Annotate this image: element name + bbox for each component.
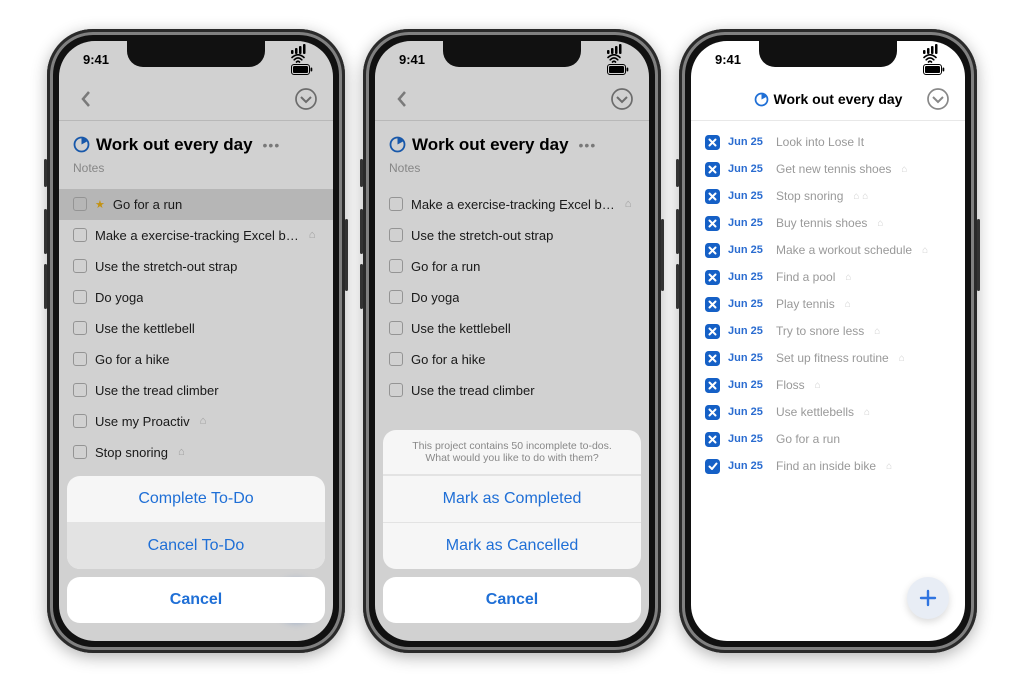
action-sheet: Complete To-Do Cancel To-Do Cancel xyxy=(67,476,325,623)
completed-item[interactable]: Jun 25 Go for a run xyxy=(691,426,965,453)
item-label: Floss xyxy=(776,378,805,392)
cancel-button[interactable]: Cancel xyxy=(383,577,641,623)
date-label: Jun 25 xyxy=(728,325,768,337)
item-label: Find an inside bike xyxy=(776,459,876,473)
checkmark-icon[interactable] xyxy=(705,459,720,474)
date-label: Jun 25 xyxy=(728,217,768,229)
completed-item[interactable]: Jun 25 Find a pool ⌂ xyxy=(691,264,965,291)
mark-cancelled-button[interactable]: Mark as Cancelled xyxy=(383,522,641,569)
notch xyxy=(443,41,581,67)
item-label: Stop snoring xyxy=(776,189,843,203)
item-label: Try to snore less xyxy=(776,324,864,338)
project-icon xyxy=(754,92,769,107)
phone-3: 9:41 Work out every day Jun 25 Look into … xyxy=(679,29,977,653)
cancel-icon[interactable] xyxy=(705,135,720,150)
tag-icon: ⌂ xyxy=(886,461,892,472)
tag-icon: ⌂ xyxy=(815,380,821,391)
item-label: Get new tennis shoes xyxy=(776,162,891,176)
completed-item[interactable]: Jun 25 Play tennis ⌂ xyxy=(691,291,965,318)
cancel-icon[interactable] xyxy=(705,324,720,339)
cancel-icon[interactable] xyxy=(705,162,720,177)
signal-icon xyxy=(923,44,938,54)
completed-item[interactable]: Jun 25 Make a workout schedule ⌂ xyxy=(691,237,965,264)
date-label: Jun 25 xyxy=(728,460,768,472)
date-label: Jun 25 xyxy=(728,379,768,391)
tag-icon: ⌂ ⌂ xyxy=(853,191,868,202)
phone-2: 9:41 xyxy=(363,29,661,653)
item-label: Buy tennis shoes xyxy=(776,216,867,230)
date-label: Jun 25 xyxy=(728,352,768,364)
tag-icon: ⌂ xyxy=(877,218,883,229)
completed-list[interactable]: Jun 25 Look into Lose It Jun 25 Get new ten… xyxy=(691,121,965,480)
notch xyxy=(127,41,265,67)
status-time: 9:41 xyxy=(715,52,741,67)
mark-completed-button[interactable]: Mark as Completed xyxy=(383,475,641,522)
completed-item[interactable]: Jun 25 Use kettlebells ⌂ xyxy=(691,399,965,426)
item-label: Use kettlebells xyxy=(776,405,854,419)
date-label: Jun 25 xyxy=(728,433,768,445)
tag-icon: ⌂ xyxy=(864,407,870,418)
date-label: Jun 25 xyxy=(728,190,768,202)
item-label: Play tennis xyxy=(776,297,835,311)
cancel-icon[interactable] xyxy=(705,297,720,312)
tag-icon: ⌂ xyxy=(845,272,851,283)
item-label: Find a pool xyxy=(776,270,835,284)
tag-icon: ⌂ xyxy=(874,326,880,337)
completed-item[interactable]: Jun 25 Look into Lose It xyxy=(691,129,965,156)
date-label: Jun 25 xyxy=(728,298,768,310)
completed-item[interactable]: Jun 25 Buy tennis shoes ⌂ xyxy=(691,210,965,237)
cancel-icon[interactable] xyxy=(705,351,720,366)
item-label: Look into Lose It xyxy=(776,135,864,149)
nav-bar: Work out every day xyxy=(691,79,965,121)
action-sheet: This project contains 50 incomplete to-d… xyxy=(383,430,641,623)
tag-icon: ⌂ xyxy=(901,164,907,175)
completed-item[interactable]: Jun 25 Floss ⌂ xyxy=(691,372,965,399)
tag-icon: ⌂ xyxy=(899,353,905,364)
cancel-button[interactable]: Cancel xyxy=(67,577,325,623)
sheet-message: This project contains 50 incomplete to-d… xyxy=(383,430,641,475)
date-label: Jun 25 xyxy=(728,163,768,175)
item-label: Make a workout schedule xyxy=(776,243,912,257)
battery-icon xyxy=(923,64,945,75)
complete-todo-button[interactable]: Complete To-Do xyxy=(67,476,325,522)
completed-item[interactable]: Jun 25 Stop snoring ⌂ ⌂ xyxy=(691,183,965,210)
expand-button[interactable] xyxy=(921,87,955,111)
cancel-icon[interactable] xyxy=(705,405,720,420)
nav-title: Work out every day xyxy=(735,91,921,107)
completed-item[interactable]: Jun 25 Try to snore less ⌂ xyxy=(691,318,965,345)
cancel-icon[interactable] xyxy=(705,270,720,285)
status-indicators xyxy=(920,44,945,75)
cancel-todo-button[interactable]: Cancel To-Do xyxy=(67,522,325,569)
notch xyxy=(759,41,897,67)
cancel-icon[interactable] xyxy=(705,378,720,393)
add-button[interactable] xyxy=(907,577,949,619)
wifi-icon xyxy=(923,54,937,64)
cancel-icon[interactable] xyxy=(705,243,720,258)
date-label: Jun 25 xyxy=(728,136,768,148)
date-label: Jun 25 xyxy=(728,271,768,283)
phone-1: 9:41 xyxy=(47,29,345,653)
date-label: Jun 25 xyxy=(728,406,768,418)
tag-icon: ⌂ xyxy=(922,245,928,256)
cancel-icon[interactable] xyxy=(705,432,720,447)
completed-item[interactable]: Jun 25 Get new tennis shoes ⌂ xyxy=(691,156,965,183)
item-label: Go for a run xyxy=(776,432,840,446)
cancel-icon[interactable] xyxy=(705,216,720,231)
date-label: Jun 25 xyxy=(728,244,768,256)
completed-item[interactable]: Jun 25 Set up fitness routine ⌂ xyxy=(691,345,965,372)
item-label: Set up fitness routine xyxy=(776,351,889,365)
completed-item[interactable]: Jun 25 Find an inside bike ⌂ xyxy=(691,453,965,480)
cancel-icon[interactable] xyxy=(705,189,720,204)
tag-icon: ⌂ xyxy=(845,299,851,310)
